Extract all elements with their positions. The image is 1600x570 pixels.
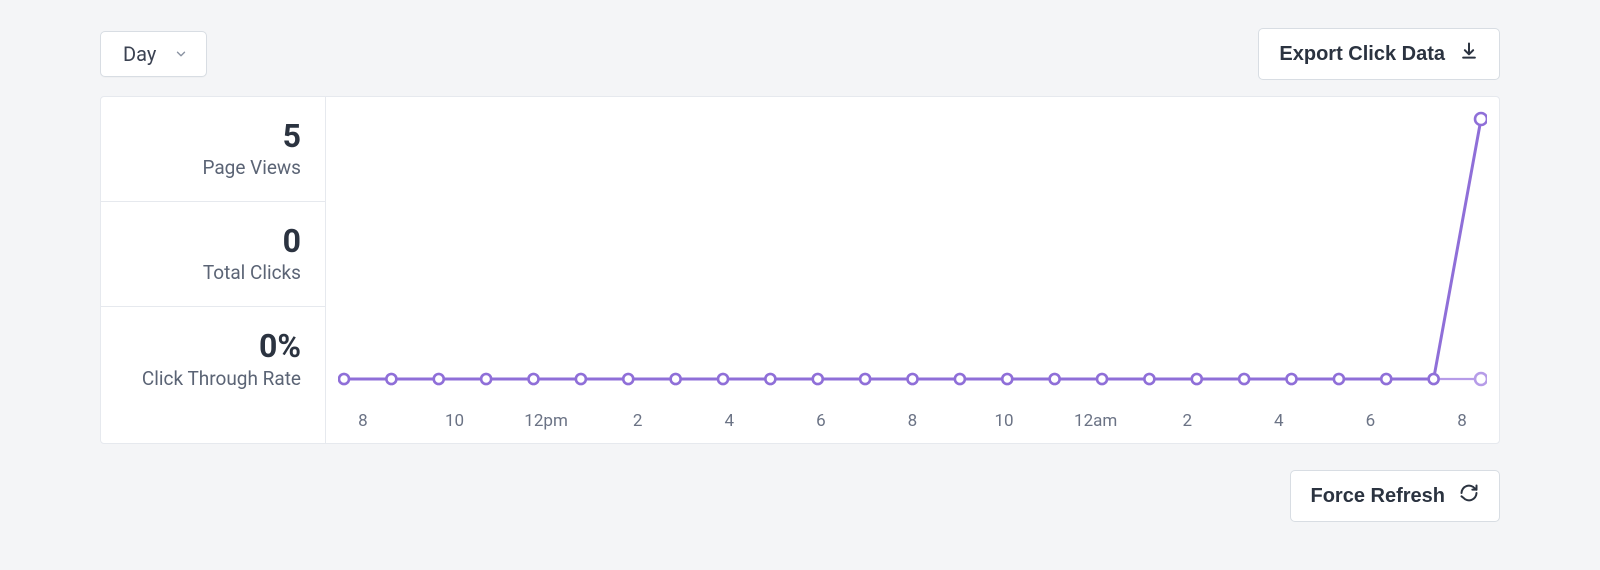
force-refresh-button[interactable]: Force Refresh <box>1290 470 1501 522</box>
x-tick-label: 4 <box>706 411 752 431</box>
toolbar: Day Export Click Data <box>100 28 1500 80</box>
x-tick-label <box>569 411 615 431</box>
download-icon <box>1459 41 1479 67</box>
x-tick-label <box>752 411 798 431</box>
x-tick-label: 2 <box>615 411 661 431</box>
time-range-value: Day <box>123 42 156 66</box>
x-tick-label: 4 <box>1256 411 1302 431</box>
stat-value: 0 <box>111 224 301 259</box>
x-tick-label <box>661 411 707 431</box>
x-tick-label <box>935 411 981 431</box>
stat-label: Page Views <box>111 156 301 179</box>
stat-value: 0% <box>111 329 301 364</box>
x-tick-label <box>1393 411 1439 431</box>
export-click-data-button[interactable]: Export Click Data <box>1258 28 1500 80</box>
refresh-label: Force Refresh <box>1311 485 1446 508</box>
stat-total-clicks[interactable]: 0 Total Clicks <box>101 202 325 307</box>
x-tick-label: 8 <box>340 411 386 431</box>
x-tick-label <box>1210 411 1256 431</box>
chevron-down-icon <box>174 47 188 61</box>
chart-area: 8 10 12pm 2 4 6 8 10 12am 2 4 6 8 <box>326 97 1499 443</box>
stats-sidebar: 5 Page Views 0 Total Clicks 0% Click Thr… <box>101 97 326 443</box>
x-axis-labels: 8 10 12pm 2 4 6 8 10 12am 2 4 6 8 <box>338 405 1487 435</box>
stat-label: Click Through Rate <box>111 367 301 390</box>
line-chart <box>338 109 1487 405</box>
x-tick-label: 12am <box>1073 411 1119 431</box>
x-tick-label: 12pm <box>523 411 569 431</box>
x-tick-label <box>477 411 523 431</box>
x-tick-label: 10 <box>981 411 1027 431</box>
stat-label: Total Clicks <box>111 261 301 284</box>
stat-ctr[interactable]: 0% Click Through Rate <box>101 307 325 411</box>
stat-value: 5 <box>111 119 301 154</box>
export-label: Export Click Data <box>1279 43 1445 66</box>
refresh-icon <box>1459 483 1479 509</box>
x-tick-label: 8 <box>1439 411 1485 431</box>
x-tick-label: 8 <box>890 411 936 431</box>
x-tick-label <box>1302 411 1348 431</box>
time-range-select[interactable]: Day <box>100 31 207 77</box>
x-tick-label <box>844 411 890 431</box>
x-tick-label <box>1027 411 1073 431</box>
x-tick-label: 6 <box>1348 411 1394 431</box>
x-tick-label <box>1119 411 1165 431</box>
panel-footer: Force Refresh <box>100 470 1500 522</box>
x-tick-label: 2 <box>1164 411 1210 431</box>
x-tick-label: 6 <box>798 411 844 431</box>
analytics-panel: 5 Page Views 0 Total Clicks 0% Click Thr… <box>100 96 1500 444</box>
x-tick-label <box>386 411 432 431</box>
x-tick-label: 10 <box>432 411 478 431</box>
stat-page-views[interactable]: 5 Page Views <box>101 97 325 202</box>
